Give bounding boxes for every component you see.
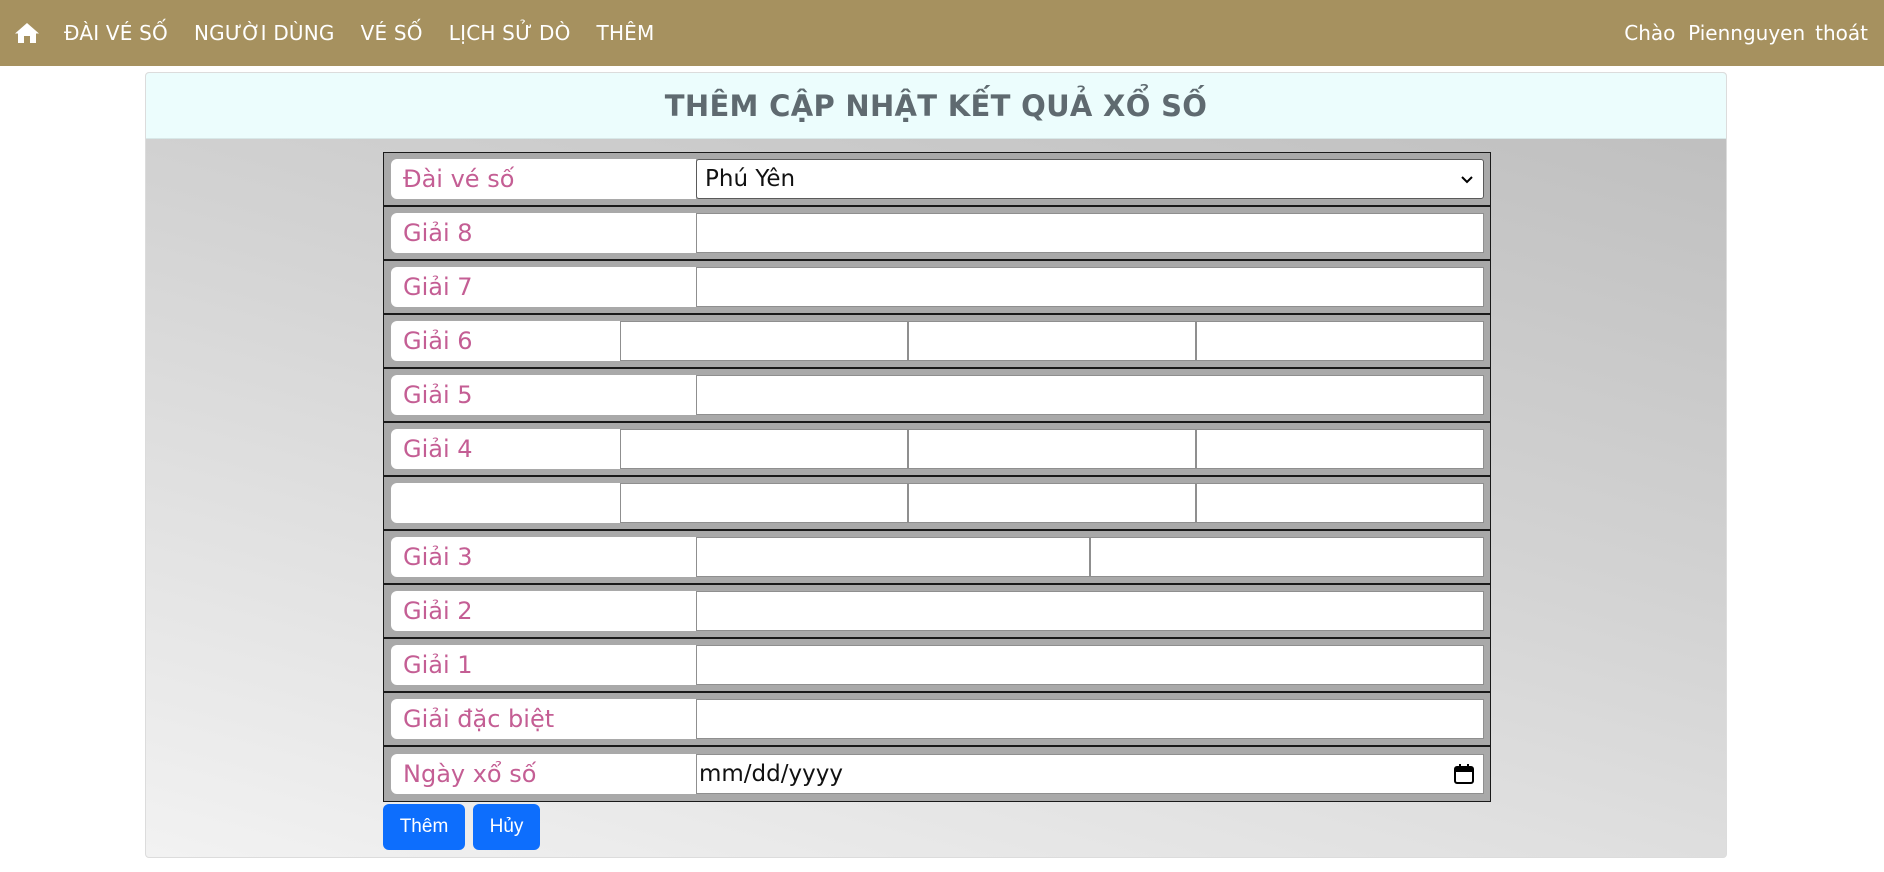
prize4-input-4[interactable] <box>620 483 908 523</box>
nav-dai-ve-so[interactable]: ĐÀI VÉ SỐ <box>64 21 168 45</box>
prize2-label: Giải 2 <box>391 591 696 631</box>
prize3-input-1[interactable] <box>696 537 1090 577</box>
prize2-input[interactable] <box>696 591 1484 631</box>
prize1-input[interactable] <box>696 645 1484 685</box>
prize1-field-cell <box>696 645 1484 685</box>
prize8-field-cell <box>696 213 1484 253</box>
panel-header: THÊM CẬP NHẬT KẾT QUẢ XỔ SỐ <box>146 73 1726 139</box>
home-icon[interactable] <box>14 21 40 45</box>
form-row-prize2: Giải 2 <box>384 585 1490 639</box>
form-row-prize7: Giải 7 <box>384 261 1490 315</box>
form-row-prize1: Giải 1 <box>384 639 1490 693</box>
form-row-prize8: Giải 8 <box>384 207 1490 261</box>
logout-link[interactable]: thoát <box>1815 21 1868 45</box>
prize6-input-1[interactable] <box>620 321 908 361</box>
prize4-field-cell <box>620 429 1484 469</box>
prize7-label: Giải 7 <box>391 267 696 307</box>
prize7-field-cell <box>696 267 1484 307</box>
prize3-label: Giải 3 <box>391 537 696 577</box>
prize4-input-6[interactable] <box>1196 483 1484 523</box>
user-greeting: Chào Piennguyen <box>1624 21 1806 45</box>
cancel-button[interactable]: Hủy <box>473 804 540 850</box>
prize8-label: Giải 8 <box>391 213 696 253</box>
prize5-input[interactable] <box>696 375 1484 415</box>
page-title: THÊM CẬP NHẬT KẾT QUẢ XỔ SỐ <box>664 88 1208 123</box>
prize1-label: Giải 1 <box>391 645 696 685</box>
draw-date-label: Ngày xổ số <box>391 754 696 794</box>
station-select-value: Phú Yên <box>705 166 796 192</box>
prize4-label: Giải 4 <box>391 429 620 469</box>
station-label: Đài vé số <box>391 159 696 199</box>
calendar-icon[interactable] <box>1453 763 1475 785</box>
result-form-table: Đài vé số Phú Yên Giải 8 Giải 7 Giải 6 G… <box>383 152 1491 802</box>
prize3-field-cell <box>696 537 1484 577</box>
prize4-extra-field-cell <box>620 483 1484 523</box>
draw-date-field-cell: mm/dd/yyyy <box>696 754 1484 794</box>
chevron-down-icon <box>1459 171 1475 187</box>
prize4-extra-label <box>391 483 620 523</box>
prize6-label: Giải 6 <box>391 321 620 361</box>
special-prize-input[interactable] <box>696 699 1484 739</box>
form-row-date: Ngày xổ số mm/dd/yyyy <box>384 747 1490 801</box>
form-row-station: Đài vé số Phú Yên <box>384 153 1490 207</box>
prize5-label: Giải 5 <box>391 375 696 415</box>
draw-date-input[interactable]: mm/dd/yyyy <box>696 754 1484 794</box>
prize7-input[interactable] <box>696 267 1484 307</box>
form-row-special: Giải đặc biệt <box>384 693 1490 747</box>
prize3-input-2[interactable] <box>1090 537 1484 577</box>
special-prize-label: Giải đặc biệt <box>391 699 696 739</box>
prize8-input[interactable] <box>696 213 1484 253</box>
draw-date-placeholder: mm/dd/yyyy <box>699 761 843 787</box>
nav-them[interactable]: THÊM <box>597 21 655 45</box>
top-navbar: ĐÀI VÉ SỐ NGƯỜI DÙNG VÉ SỐ LỊCH SỬ DÒ TH… <box>0 0 1884 66</box>
form-row-prize4: Giải 4 <box>384 423 1490 477</box>
prize6-field-cell <box>620 321 1484 361</box>
nav-lich-su-do[interactable]: LỊCH SỬ DÒ <box>449 21 571 45</box>
form-row-prize4-extra <box>384 477 1490 531</box>
prize4-input-5[interactable] <box>908 483 1196 523</box>
prize4-input-1[interactable] <box>620 429 908 469</box>
prize2-field-cell <box>696 591 1484 631</box>
nav-ve-so[interactable]: VÉ SỐ <box>361 21 423 45</box>
prize4-input-3[interactable] <box>1196 429 1484 469</box>
prize5-field-cell <box>696 375 1484 415</box>
station-field-cell: Phú Yên <box>696 159 1484 199</box>
special-prize-field-cell <box>696 699 1484 739</box>
form-row-prize5: Giải 5 <box>384 369 1490 423</box>
form-panel: THÊM CẬP NHẬT KẾT QUẢ XỔ SỐ Đài vé số Ph… <box>145 72 1727 858</box>
prize6-input-3[interactable] <box>1196 321 1484 361</box>
station-select[interactable]: Phú Yên <box>696 159 1484 199</box>
form-buttons: Thêm Hủy <box>383 804 540 850</box>
nav-nguoi-dung[interactable]: NGƯỜI DÙNG <box>194 21 335 45</box>
add-button[interactable]: Thêm <box>383 804 465 850</box>
form-row-prize3: Giải 3 <box>384 531 1490 585</box>
prize6-input-2[interactable] <box>908 321 1196 361</box>
prize4-input-2[interactable] <box>908 429 1196 469</box>
form-row-prize6: Giải 6 <box>384 315 1490 369</box>
